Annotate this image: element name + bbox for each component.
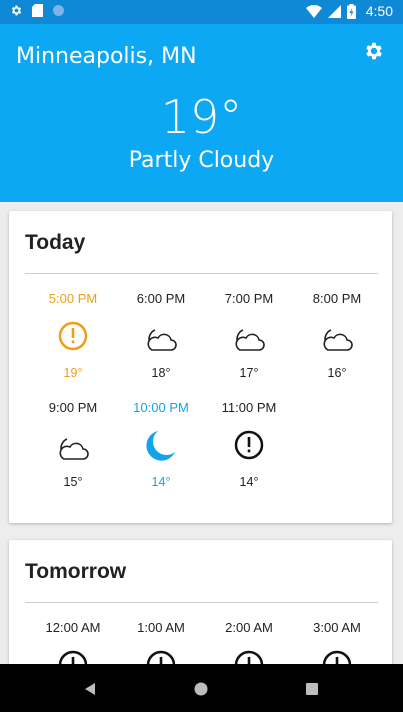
current-temperature: 19° xyxy=(160,90,243,144)
hour-forecast-item[interactable]: 10:00 PM 14° xyxy=(117,400,205,489)
hour-time: 3:00 AM xyxy=(313,620,361,635)
hour-forecast-item[interactable]: 11:00 PM 14° xyxy=(205,400,293,489)
hour-time: 11:00 PM xyxy=(221,400,277,415)
today-title: Today xyxy=(25,231,86,254)
hour-temp: 15° xyxy=(63,475,83,489)
hour-time: 5:00 PM xyxy=(48,291,98,306)
hour-temp: 18° xyxy=(151,366,171,380)
hour-temp: 17° xyxy=(239,366,259,380)
today-card: Today 5:00 PM 19° 6:00 PM 18° 7:00 PM 17… xyxy=(9,211,392,523)
hour-time: 10:00 PM xyxy=(133,400,189,415)
hour-time: 6:00 PM xyxy=(136,291,186,306)
hour-temp: 14° xyxy=(239,475,259,489)
hour-time: 2:00 AM xyxy=(225,620,273,635)
cloudy-night-icon xyxy=(323,329,353,351)
wifi-icon xyxy=(305,4,322,18)
back-icon[interactable] xyxy=(80,679,100,699)
cloudy-night-icon xyxy=(235,329,265,351)
signal-icon xyxy=(327,4,341,18)
gear-icon xyxy=(11,5,22,16)
home-icon[interactable] xyxy=(191,679,211,699)
hour-forecast-item[interactable]: 8:00 PM 16° xyxy=(293,291,381,380)
tomorrow-divider xyxy=(25,602,378,603)
hour-time: 12:00 AM xyxy=(45,620,101,635)
cloudy-night-icon xyxy=(147,329,177,351)
hour-forecast-item[interactable]: 9:00 PM 15° xyxy=(29,400,117,489)
app-header: Minneapolis, MN 19° Partly Cloudy xyxy=(0,24,403,202)
hour-time: 9:00 PM xyxy=(48,400,98,415)
alert-icon xyxy=(234,430,264,460)
hour-time: 7:00 PM xyxy=(224,291,274,306)
alert-icon xyxy=(58,321,88,351)
hour-forecast-item[interactable]: 7:00 PM 17° xyxy=(205,291,293,380)
sync-icon xyxy=(53,5,64,16)
settings-gear-icon[interactable] xyxy=(363,40,385,62)
today-divider xyxy=(25,273,378,274)
status-bar: 4:50 xyxy=(0,0,403,24)
hour-forecast-item[interactable]: 6:00 PM 18° xyxy=(117,291,205,380)
sd-card-icon xyxy=(32,4,43,17)
status-time: 4:50 xyxy=(365,3,393,19)
hour-temp: 16° xyxy=(327,366,347,380)
recents-icon[interactable] xyxy=(302,679,322,699)
hour-time: 8:00 PM xyxy=(312,291,362,306)
tomorrow-title: Tomorrow xyxy=(25,560,127,583)
cloudy-night-icon xyxy=(59,438,89,460)
hour-forecast-item[interactable]: 5:00 PM 19° xyxy=(29,291,117,380)
hour-time: 1:00 AM xyxy=(137,620,185,635)
hour-temp: 14° xyxy=(151,475,171,489)
battery-icon xyxy=(346,3,356,19)
navigation-bar xyxy=(0,664,403,712)
city-name: Minneapolis, MN xyxy=(16,44,197,69)
tomorrow-card: Tomorrow 12:00 AM 1:00 AM 2:00 AM 3:00 A… xyxy=(9,540,392,680)
hour-temp: 19° xyxy=(63,366,83,380)
moon-icon xyxy=(146,431,175,461)
current-condition: Partly Cloudy xyxy=(128,148,275,173)
